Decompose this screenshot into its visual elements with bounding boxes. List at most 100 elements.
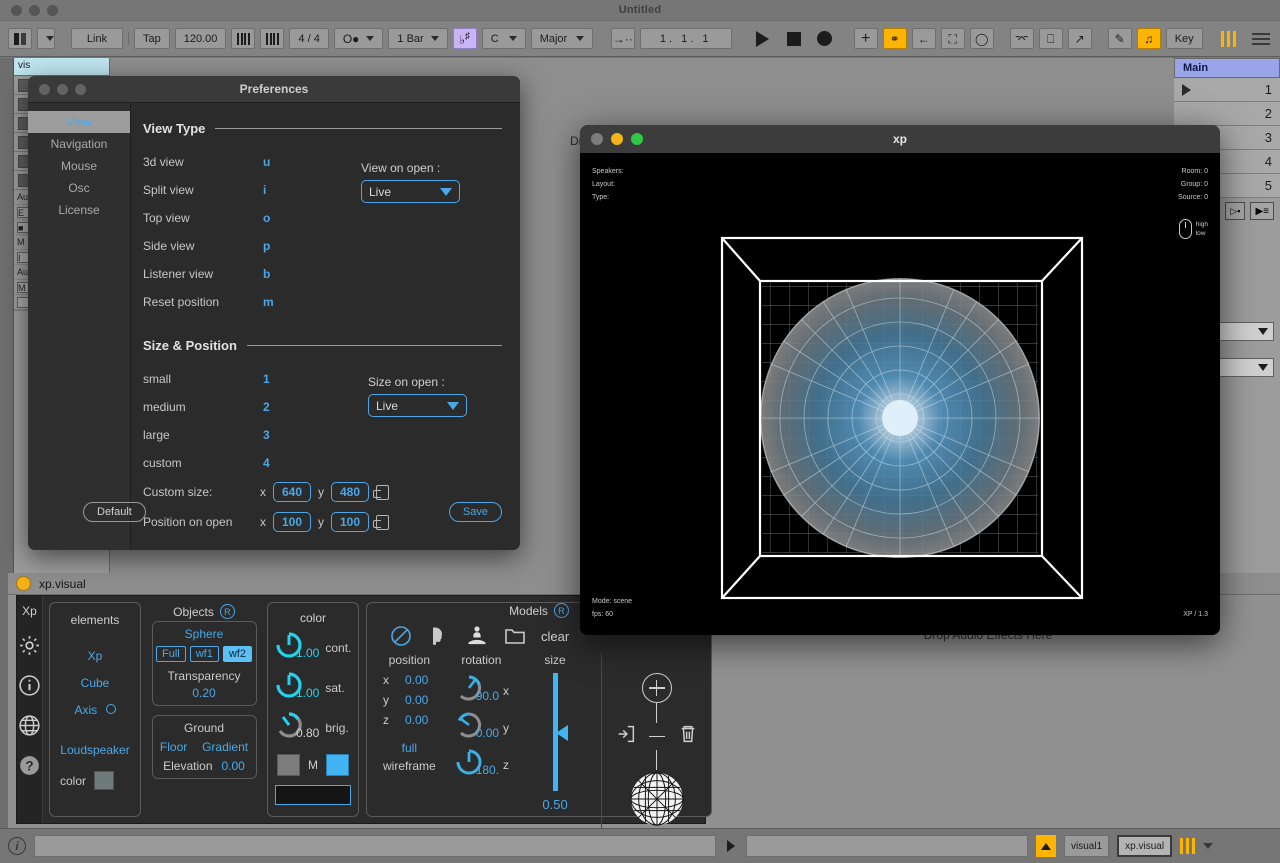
- rotation-value-y[interactable]: 0.00: [476, 726, 499, 740]
- axis-toggle-icon[interactable]: [105, 704, 116, 714]
- scene-row[interactable]: 1: [1174, 78, 1280, 102]
- tempo-nudge-up-icon[interactable]: [260, 28, 285, 49]
- loudspeaker-color-swatch[interactable]: [94, 771, 115, 790]
- key-select[interactable]: C: [481, 28, 526, 49]
- default-button[interactable]: Default: [83, 502, 146, 522]
- ground-gradient-button[interactable]: Gradient: [202, 740, 248, 754]
- position-value-x[interactable]: 0.00: [405, 673, 428, 687]
- link-position-icon[interactable]: [373, 514, 389, 530]
- size-slider-thumb[interactable]: [555, 725, 568, 741]
- listener-model-icon[interactable]: [465, 624, 489, 648]
- no-model-icon[interactable]: [389, 624, 413, 648]
- render-mode-wireframe[interactable]: wireframe: [383, 759, 436, 773]
- color-swatch-blue[interactable]: [326, 754, 349, 776]
- import-model-icon[interactable]: [615, 723, 637, 750]
- scene-list-button[interactable]: ▶≡: [1250, 202, 1274, 220]
- shortcut-key[interactable]: u: [263, 155, 270, 169]
- models-randomize-badge[interactable]: R: [553, 603, 569, 618]
- add-model-icon[interactable]: [641, 673, 672, 703]
- element-axis[interactable]: Axis: [50, 703, 140, 717]
- tap-tempo-button[interactable]: Tap: [134, 28, 170, 49]
- tempo-field[interactable]: 120.00: [174, 28, 227, 49]
- midi-map-icon[interactable]: ♫: [1136, 28, 1161, 49]
- re-enable-automation-icon[interactable]: ←: [911, 28, 936, 49]
- quantization-select[interactable]: 1 Bar: [388, 28, 448, 49]
- render-mode-full[interactable]: full: [383, 741, 436, 755]
- element-xp[interactable]: Xp: [50, 649, 140, 663]
- size-value[interactable]: 0.50: [527, 797, 583, 812]
- stop-all-clips-button[interactable]: ▷▪: [1225, 202, 1246, 220]
- scale-select[interactable]: Major: [530, 28, 593, 49]
- nav-item-navigation[interactable]: Navigation: [28, 133, 130, 155]
- chevron-down-icon[interactable]: [1203, 843, 1214, 849]
- save-button[interactable]: Save: [448, 502, 502, 522]
- nav-item-view[interactable]: View: [28, 111, 130, 133]
- status-track-name[interactable]: visual1: [1064, 835, 1110, 857]
- stop-button[interactable]: [781, 28, 807, 50]
- clear-models-button[interactable]: clear: [541, 629, 569, 644]
- position-y-field[interactable]: 100: [331, 512, 369, 532]
- view-on-open-select[interactable]: Live: [361, 180, 460, 203]
- element-cube[interactable]: Cube: [50, 676, 140, 690]
- loop-toggle-icon[interactable]: ◯: [969, 28, 994, 49]
- color-gradient-bar[interactable]: [275, 785, 351, 805]
- browser-dropdown[interactable]: [37, 28, 55, 49]
- size-row-large[interactable]: large 3: [143, 421, 502, 449]
- fade-icon[interactable]: ↗: [1067, 28, 1092, 49]
- size-key[interactable]: 4: [263, 456, 270, 470]
- position-x-field[interactable]: 100: [273, 512, 311, 532]
- shortcut-key[interactable]: i: [263, 183, 266, 197]
- open-folder-icon[interactable]: [503, 624, 527, 648]
- scene-row[interactable]: 2: [1174, 102, 1280, 126]
- menu-icon[interactable]: [1251, 32, 1270, 45]
- draw-mode-icon[interactable]: ⌤: [1009, 28, 1034, 49]
- xp-3d-canvas[interactable]: Speakers: Layout: Type: Room: 0 Group: 0…: [580, 153, 1220, 635]
- device-power-led[interactable]: [16, 576, 31, 591]
- time-signature-field[interactable]: 4 / 4: [289, 28, 329, 49]
- status-play-icon[interactable]: [724, 840, 738, 852]
- pencil-draw-icon[interactable]: ✎: [1107, 28, 1132, 49]
- color-swatch-grey[interactable]: [277, 754, 300, 776]
- status-device-name[interactable]: xp.visual: [1117, 835, 1173, 857]
- link-button[interactable]: Link: [71, 28, 123, 49]
- arrangement-position[interactable]: 1. 1. 1: [639, 28, 732, 49]
- punch-in-icon[interactable]: →··: [610, 28, 635, 49]
- shortcut-key[interactable]: o: [263, 211, 270, 225]
- key-map-button[interactable]: Key: [1165, 28, 1203, 49]
- gear-icon[interactable]: [17, 633, 42, 658]
- main-track-title[interactable]: Main: [1174, 58, 1280, 78]
- elevation-value[interactable]: 0.00: [222, 759, 245, 773]
- shortcut-row-side-view[interactable]: Side view p: [143, 232, 502, 260]
- info-icon[interactable]: [17, 673, 42, 698]
- tempo-nudge-down-icon[interactable]: [231, 28, 256, 49]
- key-signature-icon[interactable]: ♭♯: [452, 28, 477, 49]
- automation-arm-icon[interactable]: ⚭: [882, 28, 907, 49]
- sphere-mode-wf2[interactable]: wf2: [222, 646, 252, 662]
- position-value-y[interactable]: 0.00: [405, 693, 428, 707]
- shortcut-key[interactable]: m: [263, 295, 274, 309]
- arrangement-record-icon[interactable]: +: [853, 28, 878, 49]
- browser-toggle-icon[interactable]: [8, 28, 32, 49]
- sphere-mode-wf1[interactable]: wf1: [189, 646, 219, 662]
- play-button[interactable]: [750, 28, 776, 50]
- sphere-mode-full[interactable]: Full: [156, 646, 186, 662]
- link-ratio-icon[interactable]: [373, 484, 389, 500]
- head-model-icon[interactable]: [427, 624, 451, 648]
- ground-floor-button[interactable]: Floor: [160, 740, 187, 754]
- shortcut-key[interactable]: p: [263, 239, 270, 253]
- capture-midi-icon[interactable]: ⛶: [940, 28, 965, 49]
- size-on-open-select[interactable]: Live: [368, 394, 467, 417]
- metronome-button[interactable]: O●: [333, 28, 384, 49]
- record-button[interactable]: [812, 28, 838, 50]
- shortcut-key[interactable]: b: [263, 267, 270, 281]
- shortcut-row-top-view[interactable]: Top view o: [143, 204, 502, 232]
- element-loudspeaker[interactable]: Loudspeaker: [50, 743, 140, 757]
- objects-randomize-badge[interactable]: R: [219, 604, 235, 619]
- shortcut-row-listener-view[interactable]: Listener view b: [143, 260, 502, 288]
- custom-size-x-field[interactable]: 640: [273, 482, 311, 502]
- track-activator-icon[interactable]: [1036, 835, 1056, 857]
- info-icon[interactable]: i: [8, 837, 26, 855]
- delete-model-icon[interactable]: [677, 723, 699, 750]
- geodesic-sphere-icon[interactable]: [628, 770, 686, 833]
- nav-item-osc[interactable]: Osc: [28, 177, 130, 199]
